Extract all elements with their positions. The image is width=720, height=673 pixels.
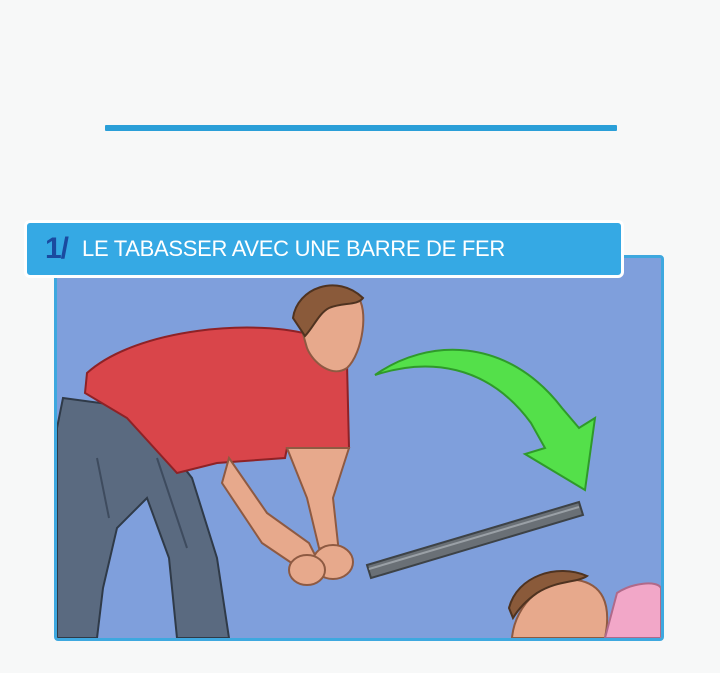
illustration bbox=[57, 258, 661, 638]
step-number: 1/ bbox=[45, 232, 69, 265]
step-title: LE TABASSER AVEC UNE BARRE DE FER bbox=[82, 236, 505, 261]
step-caption-banner: 1/ LE TABASSER AVEC UNE BARRE DE FER bbox=[24, 220, 624, 278]
top-divider-line bbox=[105, 125, 617, 131]
illustration-panel bbox=[54, 255, 664, 641]
